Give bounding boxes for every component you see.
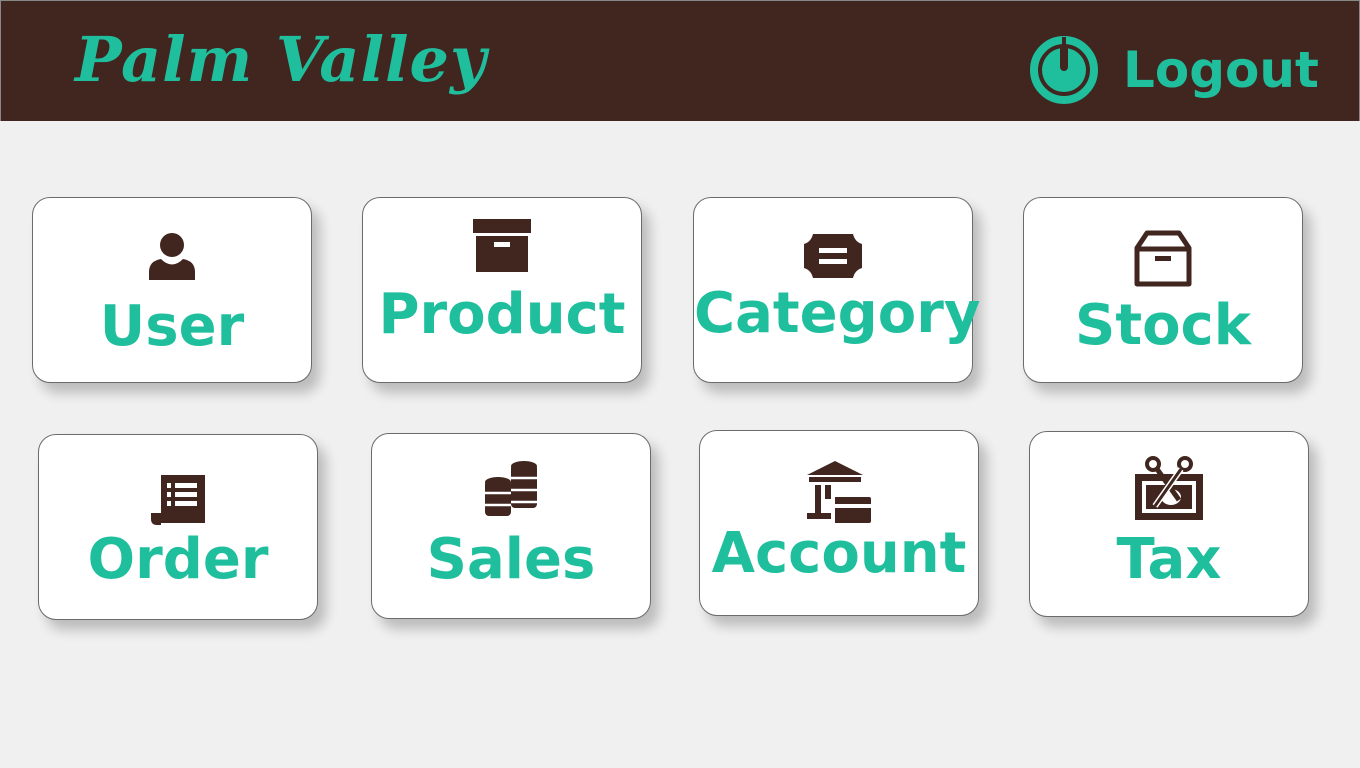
tile-category-label: Category	[694, 281, 981, 346]
tile-order[interactable]: Order	[38, 434, 318, 620]
tile-sales-label: Sales	[426, 527, 596, 592]
money-scissors-icon	[1135, 456, 1203, 520]
user-icon	[149, 233, 195, 280]
tile-product[interactable]: Product	[362, 197, 642, 383]
bank-card-icon	[807, 461, 871, 525]
tile-order-label: Order	[87, 527, 269, 592]
tile-user[interactable]: User	[32, 197, 312, 383]
archive-box-icon	[473, 219, 531, 272]
tile-account[interactable]: Account	[699, 430, 979, 616]
brand-title: Palm Valley	[75, 23, 488, 96]
coins-icon	[485, 461, 537, 516]
logout-button[interactable]: Logout	[1029, 35, 1319, 105]
ticket-icon	[804, 234, 862, 278]
receipt-icon	[151, 475, 205, 525]
tile-account-label: Account	[711, 521, 967, 586]
tile-product-label: Product	[378, 282, 626, 347]
tile-stock[interactable]: Stock	[1023, 197, 1303, 383]
box-icon	[1134, 230, 1192, 287]
tile-tax-label: Tax	[1116, 527, 1222, 592]
app-header: Palm Valley Logout	[0, 0, 1360, 121]
tile-tax[interactable]: Tax	[1029, 431, 1309, 617]
tile-category[interactable]: Category	[693, 197, 981, 383]
tile-sales[interactable]: Sales	[371, 433, 651, 619]
logout-label: Logout	[1123, 41, 1319, 99]
tile-user-label: User	[99, 294, 245, 359]
tile-stock-label: Stock	[1074, 293, 1251, 358]
power-icon	[1030, 36, 1098, 104]
